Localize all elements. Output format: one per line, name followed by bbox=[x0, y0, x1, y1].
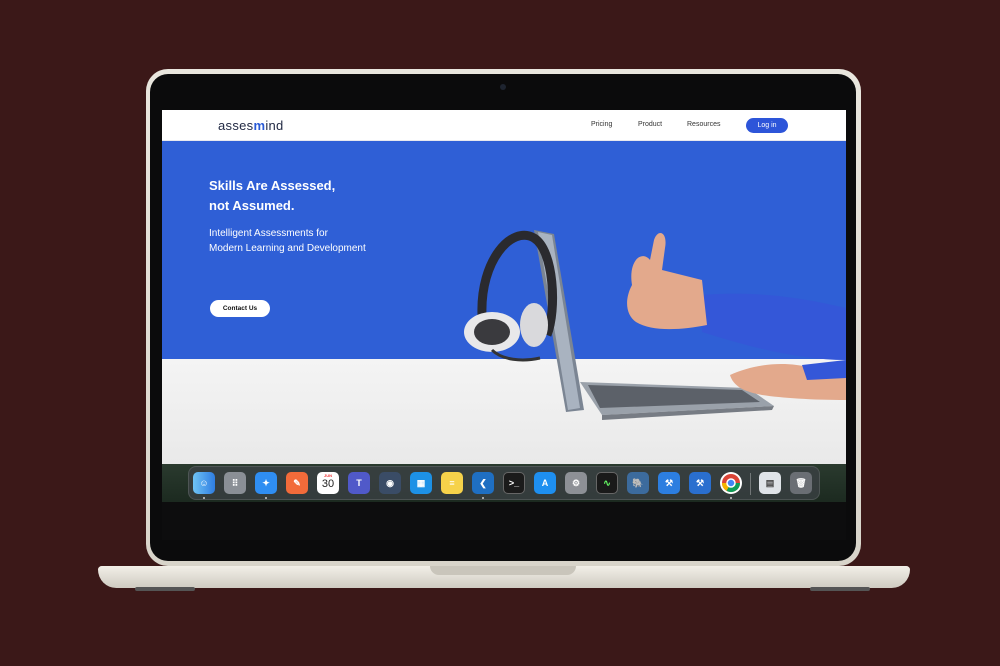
laptop-notch bbox=[430, 566, 576, 575]
illustration-thumbs-up-hand bbox=[627, 233, 707, 330]
illustration-sleeve bbox=[702, 293, 846, 360]
screen-bottom-bezel bbox=[162, 502, 846, 540]
laptop-screen: assesmind Pricing Product Resources Log … bbox=[162, 110, 846, 540]
hero-subtitle: Intelligent Assessments for Modern Learn… bbox=[209, 228, 366, 254]
hero-illustration bbox=[464, 230, 846, 420]
laptop-foot bbox=[135, 587, 195, 591]
teams-icon[interactable]: T bbox=[348, 472, 370, 494]
trash-icon[interactable]: 🗑 bbox=[790, 472, 812, 494]
postgres-icon[interactable]: 🐘 bbox=[627, 472, 649, 494]
running-indicator bbox=[730, 497, 732, 499]
system-settings-icon[interactable]: ⚙ bbox=[565, 472, 587, 494]
safari-icon[interactable]: ✦ bbox=[255, 472, 277, 494]
running-indicator bbox=[203, 497, 205, 499]
terminal-icon[interactable]: >_ bbox=[503, 472, 525, 494]
laptop-foot bbox=[810, 587, 870, 591]
hero-title: Skills Are Assessed, not Assumed. bbox=[209, 178, 336, 213]
calendar-icon[interactable]: JUN 30 bbox=[317, 472, 339, 494]
running-indicator bbox=[265, 497, 267, 499]
docker-icon[interactable]: ▦ bbox=[410, 472, 432, 494]
calendar-day: 30 bbox=[321, 478, 335, 490]
finder-icon[interactable]: ☺ bbox=[193, 472, 215, 494]
dock-separator bbox=[750, 473, 751, 495]
eye-app-icon[interactable]: ◉ bbox=[379, 472, 401, 494]
macos-dock: ☺ ⠿ ✦ ✎ JUN 30 T ◉ ▦ ≡ ❮ >_ A ⚙ ∿ 🐘 ⚒ ⚒ … bbox=[188, 466, 820, 500]
xcode-tools-icon[interactable]: ⚒ bbox=[658, 472, 680, 494]
activity-monitor-icon[interactable]: ∿ bbox=[596, 472, 618, 494]
xcode-icon[interactable]: ⚒ bbox=[689, 472, 711, 494]
camera-icon bbox=[500, 84, 506, 90]
app-store-icon[interactable]: A bbox=[534, 472, 556, 494]
postman-icon[interactable]: ✎ bbox=[286, 472, 308, 494]
preview-icon[interactable]: ▤ bbox=[759, 472, 781, 494]
running-indicator bbox=[482, 497, 484, 499]
launchpad-icon[interactable]: ⠿ bbox=[224, 472, 246, 494]
notes-icon[interactable]: ≡ bbox=[441, 472, 463, 494]
vscode-icon[interactable]: ❮ bbox=[472, 472, 494, 494]
chrome-icon[interactable] bbox=[720, 472, 742, 494]
contact-us-button[interactable]: Contact Us bbox=[210, 300, 270, 317]
